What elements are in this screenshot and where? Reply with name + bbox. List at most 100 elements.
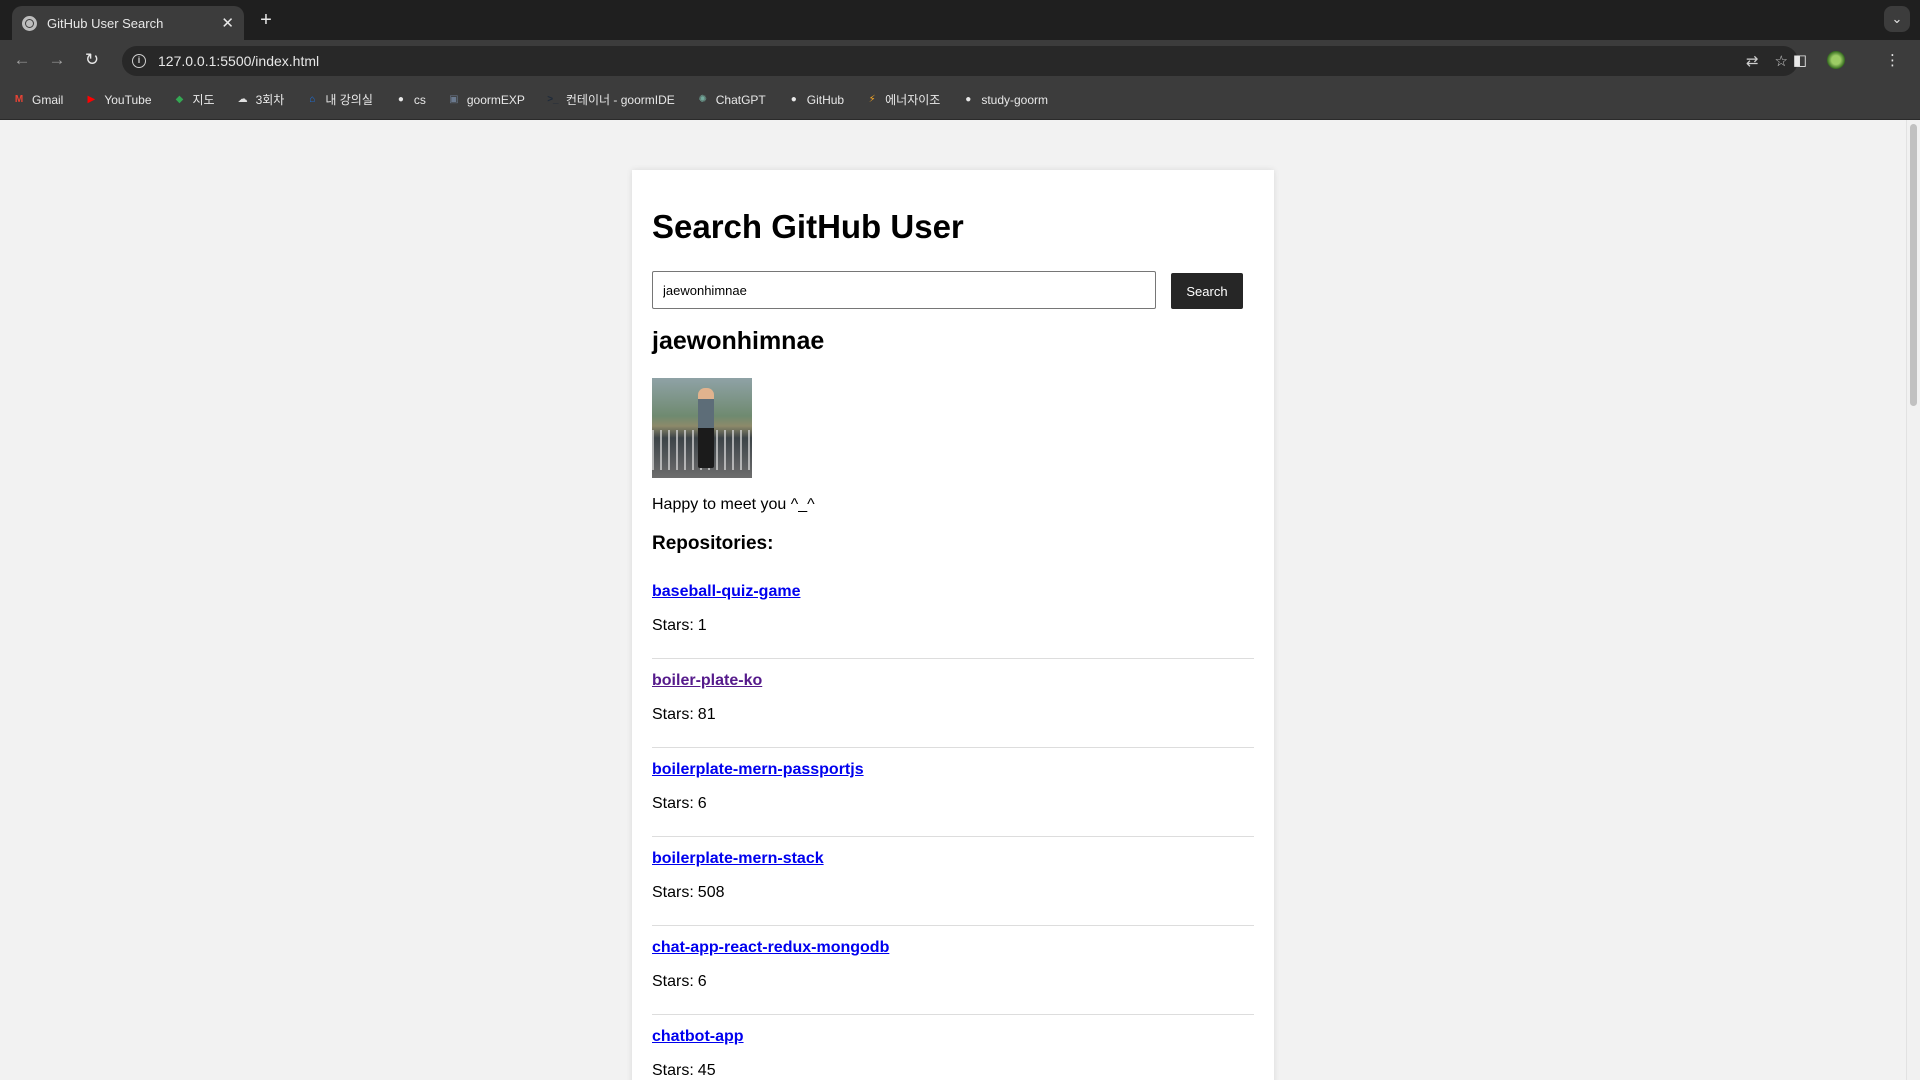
stars-count: 45 xyxy=(697,1062,716,1079)
chatgpt-icon: ✺ xyxy=(698,93,707,105)
bookmark-label: 내 강의실 xyxy=(325,93,373,107)
bookmark-label: 에너자이조 xyxy=(885,93,941,107)
tab-title: GitHub User Search xyxy=(47,15,164,31)
repository-stars: Stars: 1 xyxy=(652,617,707,635)
browser-toolbar: ← → ↻ i 127.0.0.1:5500/index.html ⇄ ☆ ◧ … xyxy=(0,40,1920,80)
bookmark-label: YouTube xyxy=(104,92,152,107)
bookmark-label: ChatGPT xyxy=(715,92,766,107)
bookmark-label: 3회차 xyxy=(255,93,285,107)
repository-link[interactable]: chatbot-app xyxy=(652,1028,744,1046)
repository-stars: Stars: 81 xyxy=(652,706,716,724)
bookmark-item[interactable]: >_ 컨테이너 - goormIDE xyxy=(546,91,675,108)
repository-item: boiler-plate-ko Stars: 81 xyxy=(652,659,1254,748)
repository-stars: Stars: 45 xyxy=(652,1062,716,1080)
stars-label: Stars: xyxy=(652,795,694,812)
omnibox-actions: ⇄ ☆ xyxy=(1730,46,1788,76)
extension-icon[interactable] xyxy=(1827,51,1845,69)
stars-label: Stars: xyxy=(652,706,694,723)
repository-item: baseball-quiz-game Stars: 1 xyxy=(652,570,1254,659)
stars-count: 81 xyxy=(697,706,716,723)
page-scrollbar[interactable] xyxy=(1906,120,1920,1080)
youtube-icon: ▶ xyxy=(87,93,96,105)
page-viewport: Search GitHub User Search jaewonhimnae H… xyxy=(0,120,1920,1080)
github-icon: ● xyxy=(790,93,797,105)
translate-icon[interactable]: ⇄ xyxy=(1746,52,1759,70)
active-tab[interactable]: GitHub User Search ✕ xyxy=(12,6,244,40)
bookmark-item[interactable]: ⌂ 내 강의실 xyxy=(305,91,373,108)
search-card: Search GitHub User Search jaewonhimnae H… xyxy=(632,170,1274,1080)
bookmark-label: Gmail xyxy=(32,92,64,107)
stars-label: Stars: xyxy=(652,1062,694,1079)
menu-kebab-icon[interactable]: ⋮ xyxy=(1885,51,1900,69)
github-icon: ● xyxy=(965,93,972,105)
url-text: 127.0.0.1:5500/index.html xyxy=(158,53,320,69)
reload-icon[interactable]: ↻ xyxy=(80,48,104,72)
forward-arrow-icon[interactable]: → xyxy=(45,48,69,72)
bookmark-item[interactable]: ▶ YouTube xyxy=(84,93,151,107)
stars-count: 508 xyxy=(697,884,725,901)
stars-count: 6 xyxy=(697,973,707,990)
repository-item: boilerplate-mern-stack Stars: 508 xyxy=(652,837,1254,926)
search-button[interactable]: Search xyxy=(1171,273,1243,309)
repository-link[interactable]: boilerplate-mern-passportjs xyxy=(652,761,864,779)
lightning-icon: ⚡ xyxy=(868,93,876,105)
repository-stars: Stars: 6 xyxy=(652,973,707,991)
site-info-icon[interactable]: i xyxy=(132,54,146,68)
toolbar-actions: ◧ ⋮ xyxy=(1793,48,1920,72)
bookmark-label: 컨테이너 - goormIDE xyxy=(565,93,675,107)
maps-icon: ◆ xyxy=(175,93,184,105)
avatar xyxy=(652,378,752,478)
stars-count: 1 xyxy=(697,617,707,634)
stars-label: Stars: xyxy=(652,973,694,990)
user-bio: Happy to meet you ^_^ xyxy=(652,496,815,513)
bookmark-item[interactable]: ☁ 3회차 xyxy=(236,91,285,108)
stars-label: Stars: xyxy=(652,617,694,634)
globe-icon xyxy=(22,15,37,31)
repository-list: baseball-quiz-game Stars: 1 boiler-plate-ko… xyxy=(652,570,1254,1080)
bookmark-label: study-goorm xyxy=(981,92,1049,107)
bookmark-star-icon[interactable]: ☆ xyxy=(1775,52,1788,70)
back-arrow-icon[interactable]: ← xyxy=(10,48,34,72)
bookmark-item[interactable]: M Gmail xyxy=(12,92,64,107)
repository-item: boilerplate-mern-passportjs Stars: 6 xyxy=(652,748,1254,837)
bookmark-item[interactable]: ▣ goormEXP xyxy=(447,93,525,107)
bookmarks-bar: M Gmail ▶ YouTube ◆ 지도 ☁ 3회차 ⌂ 내 강의실 ● cs ▣ goormEXP >… xyxy=(0,80,1920,120)
user-name: jaewonhimnae xyxy=(652,327,825,355)
stars-count: 6 xyxy=(697,795,707,812)
avatar-person xyxy=(698,388,714,468)
repository-item: chatbot-app Stars: 45 xyxy=(652,1015,1254,1080)
repository-link[interactable]: baseball-quiz-game xyxy=(652,583,800,601)
repository-link[interactable]: boiler-plate-ko xyxy=(652,672,762,690)
repositories-heading: Repositories: xyxy=(652,533,774,554)
repository-stars: Stars: 6 xyxy=(652,795,707,813)
terminal-icon: >_ xyxy=(547,93,559,105)
new-tab-button[interactable]: + xyxy=(254,8,278,32)
gmail-icon: M xyxy=(14,93,24,105)
bookmark-item[interactable]: ● study-goorm xyxy=(961,93,1048,107)
bookmark-item[interactable]: ● cs xyxy=(394,93,426,107)
scrollbar-thumb[interactable] xyxy=(1910,124,1917,406)
bookmark-item[interactable]: ◆ 지도 xyxy=(173,91,215,108)
home-icon: ⌂ xyxy=(309,93,316,105)
bookmark-label: 지도 xyxy=(192,93,215,107)
bookmark-label: goormEXP xyxy=(466,92,525,107)
side-panel-icon[interactable]: ◧ xyxy=(1793,51,1807,69)
tab-strip: GitHub User Search ✕ + ⌄ xyxy=(0,0,1920,40)
repository-link[interactable]: boilerplate-mern-stack xyxy=(652,850,824,868)
close-tab-icon[interactable]: ✕ xyxy=(221,14,234,32)
github-icon: ● xyxy=(397,93,404,105)
search-input[interactable] xyxy=(652,271,1156,309)
repository-item: chat-app-react-redux-mongodb Stars: 6 xyxy=(652,926,1254,1015)
repository-stars: Stars: 508 xyxy=(652,884,725,902)
tab-search-icon[interactable]: ⌄ xyxy=(1884,6,1910,32)
cloud-icon: ☁ xyxy=(237,93,248,105)
page-title: Search GitHub User xyxy=(652,208,964,245)
bookmark-item[interactable]: ⚡ 에너자이조 xyxy=(865,91,941,108)
repository-link[interactable]: chat-app-react-redux-mongodb xyxy=(652,939,889,957)
bookmark-label: GitHub xyxy=(806,92,845,107)
bookmark-item[interactable]: ● GitHub xyxy=(787,93,844,107)
bookmark-item[interactable]: ✺ ChatGPT xyxy=(696,93,766,107)
goorm-icon: ▣ xyxy=(449,93,459,105)
stars-label: Stars: xyxy=(652,884,694,901)
address-bar[interactable]: i 127.0.0.1:5500/index.html ⇄ ☆ xyxy=(122,46,1798,76)
